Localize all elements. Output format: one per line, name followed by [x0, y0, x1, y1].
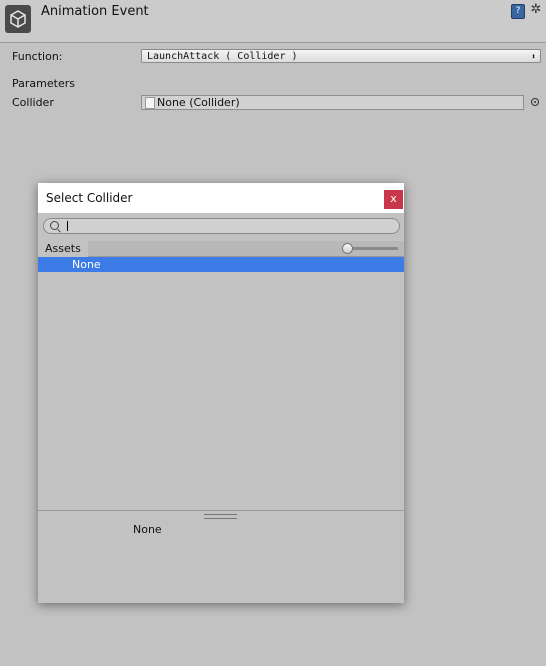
tab-assets[interactable]: Assets: [40, 241, 88, 257]
close-button[interactable]: x: [384, 190, 403, 209]
list-item-label: None: [72, 258, 101, 271]
header-title: Animation Event: [41, 4, 149, 19]
select-collider-dialog: Select Collider x Assets None None: [38, 183, 404, 603]
dialog-title: Select Collider: [46, 191, 133, 205]
document-icon: [145, 97, 155, 109]
preview-label: None: [133, 523, 162, 536]
function-dropdown-value: LaunchAttack ( Collider ): [147, 51, 298, 62]
search-input[interactable]: [43, 218, 400, 234]
icon-size-slider-thumb[interactable]: [342, 243, 353, 254]
list-item[interactable]: None: [38, 257, 404, 272]
icon-size-slider[interactable]: [348, 247, 398, 250]
dialog-titlebar[interactable]: Select Collider x: [38, 183, 404, 213]
preview-divider: [38, 510, 404, 511]
collider-object-field[interactable]: None (Collider): [141, 95, 524, 110]
gear-icon[interactable]: ✲: [528, 2, 544, 18]
function-label: Function:: [12, 50, 63, 63]
function-dropdown[interactable]: LaunchAttack ( Collider ) ⬍: [141, 49, 541, 63]
object-picker-icon[interactable]: [531, 98, 539, 106]
unity-logo-icon: [5, 5, 31, 33]
resize-handle[interactable]: [204, 514, 237, 519]
tab-strip: [88, 241, 404, 257]
dropdown-arrows-icon: ⬍: [531, 52, 536, 61]
search-icon: [50, 221, 59, 230]
help-icon[interactable]: ?: [511, 4, 525, 19]
parameters-heading: Parameters: [12, 77, 75, 90]
text-caret: [67, 221, 68, 231]
collider-label: Collider: [12, 96, 54, 109]
inspector-header: Animation Event ? ✲: [0, 0, 546, 43]
collider-field-value: None (Collider): [157, 96, 240, 109]
